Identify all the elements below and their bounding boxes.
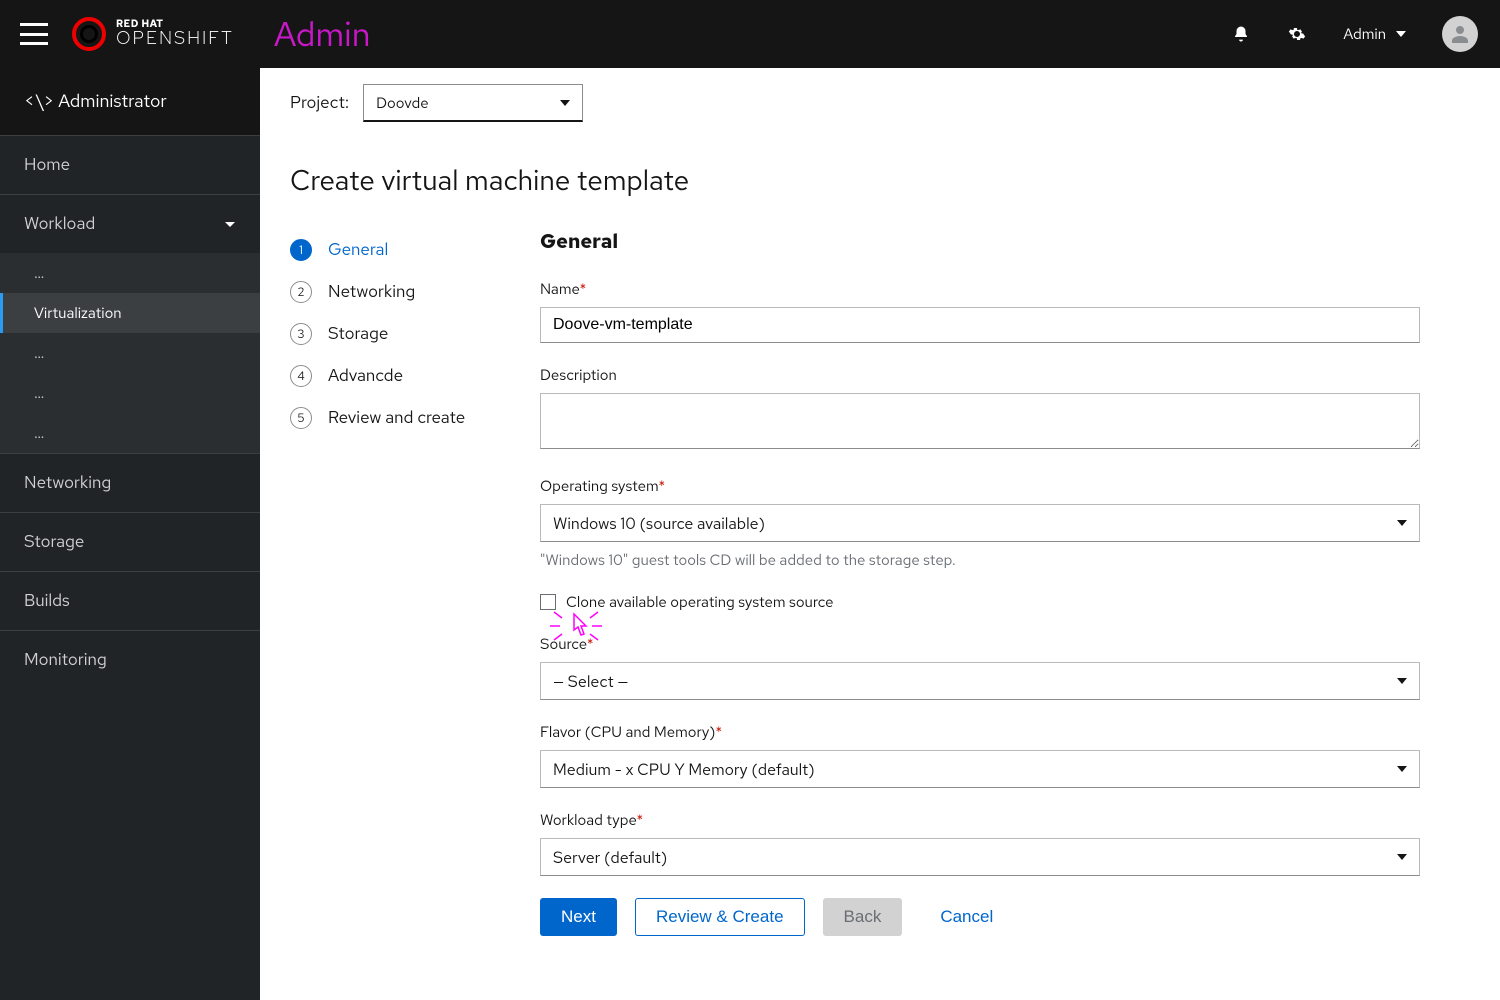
os-select[interactable]: Windows 10 (source available) xyxy=(540,504,1420,542)
os-helper-text: "Windows 10" guest tools CD will be adde… xyxy=(540,550,1420,570)
brand-logo-block: RED HAT OPENSHIFT xyxy=(72,17,234,51)
sidebar-item-label: Home xyxy=(24,154,70,176)
sidebar-sub-item[interactable]: … xyxy=(0,413,260,453)
wizard-step-networking[interactable]: 2 Networking xyxy=(290,271,500,313)
chevron-down-icon xyxy=(1397,766,1407,772)
project-selected-value: Doovde xyxy=(376,93,428,113)
chevron-down-icon xyxy=(1397,854,1407,860)
project-select[interactable]: Doovde xyxy=(363,84,583,122)
chevron-down-icon xyxy=(1397,520,1407,526)
name-label: Name* xyxy=(540,279,1420,299)
sidebar-item-label: Storage xyxy=(24,531,84,553)
review-create-button[interactable]: Review & Create xyxy=(635,898,805,936)
project-label: Project: xyxy=(290,92,349,114)
form-actions: Next Review & Create Back Cancel xyxy=(540,898,1420,936)
sidebar-item-networking[interactable]: Networking xyxy=(0,453,260,512)
masthead: RED HAT OPENSHIFT Admin Admin xyxy=(0,0,1500,68)
sidebar-item-home[interactable]: Home xyxy=(0,135,260,194)
back-button: Back xyxy=(823,898,903,936)
perspective-switcher[interactable]: <\> Administrator xyxy=(0,68,260,135)
form-general: General Name* Description Operating syst… xyxy=(540,229,1420,936)
chevron-down-icon xyxy=(560,100,570,106)
sidebar-item-monitoring[interactable]: Monitoring xyxy=(0,630,260,689)
sidebar-item-label: Monitoring xyxy=(24,649,107,671)
brand-bottom: OPENSHIFT xyxy=(116,30,234,48)
chevron-down-icon xyxy=(1397,678,1407,684)
flavor-label: Flavor (CPU and Memory)* xyxy=(540,722,1420,742)
sidebar-sub-item[interactable]: … xyxy=(0,253,260,293)
sidebar-item-builds[interactable]: Builds xyxy=(0,571,260,630)
main-content: Project: Doovde Create virtual machine t… xyxy=(260,68,1500,1000)
next-button[interactable]: Next xyxy=(540,898,617,936)
workload-select[interactable]: Server (default) xyxy=(540,838,1420,876)
wizard-step-general[interactable]: 1 General xyxy=(290,229,500,271)
page-title: Create virtual machine template xyxy=(260,139,1500,229)
clone-source-checkbox[interactable] xyxy=(540,594,556,610)
source-label: Source* xyxy=(540,634,1420,654)
app-title: Admin xyxy=(274,12,371,57)
sidebar-item-label: Workload xyxy=(24,213,95,235)
gear-icon[interactable] xyxy=(1287,24,1307,44)
source-selected-value: — Select — xyxy=(553,671,628,692)
bell-icon[interactable] xyxy=(1231,24,1251,44)
sidebar-sub-item[interactable]: … xyxy=(0,333,260,373)
user-menu-label: Admin xyxy=(1343,24,1386,44)
sidebar-sub-item[interactable]: … xyxy=(0,373,260,413)
chevron-down-icon xyxy=(1396,31,1406,37)
form-heading: General xyxy=(540,229,1420,255)
wizard-step-advanced[interactable]: 4 Advancde xyxy=(290,355,500,397)
sidebar-workload-submenu: … Virtualization … … … xyxy=(0,253,260,453)
sidebar-sub-item-virtualization[interactable]: Virtualization xyxy=(0,293,260,333)
sidebar-item-storage[interactable]: Storage xyxy=(0,512,260,571)
workload-selected-value: Server (default) xyxy=(553,847,667,868)
sidebar-item-workload[interactable]: Workload xyxy=(0,194,260,253)
project-bar: Project: Doovde xyxy=(260,68,1500,139)
os-selected-value: Windows 10 (source available) xyxy=(553,513,765,534)
wizard-step-review[interactable]: 5 Review and create xyxy=(290,397,500,439)
hamburger-icon[interactable] xyxy=(20,23,48,45)
os-label: Operating system* xyxy=(540,476,1420,496)
description-label: Description xyxy=(540,365,1420,385)
flavor-select[interactable]: Medium - x CPU Y Memory (default) xyxy=(540,750,1420,788)
user-menu[interactable]: Admin xyxy=(1343,24,1406,44)
flavor-selected-value: Medium - x CPU Y Memory (default) xyxy=(553,759,815,780)
clone-source-label: Clone available operating system source xyxy=(566,592,833,612)
sidebar-item-label: Networking xyxy=(24,472,111,494)
description-input[interactable] xyxy=(540,393,1420,449)
openshift-logo-icon xyxy=(72,17,106,51)
avatar[interactable] xyxy=(1442,16,1478,52)
wizard-steps: 1 General 2 Networking 3 Storage 4 Advan… xyxy=(290,229,500,936)
sidebar-item-label: Builds xyxy=(24,590,70,612)
sidebar: <\> Administrator Home Workload … Virtua… xyxy=(0,68,260,1000)
cancel-button[interactable]: Cancel xyxy=(920,898,1013,936)
chevron-down-icon xyxy=(224,213,236,235)
source-select[interactable]: — Select — xyxy=(540,662,1420,700)
wizard-step-storage[interactable]: 3 Storage xyxy=(290,313,500,355)
workload-label: Workload type* xyxy=(540,810,1420,830)
name-input[interactable] xyxy=(540,307,1420,343)
